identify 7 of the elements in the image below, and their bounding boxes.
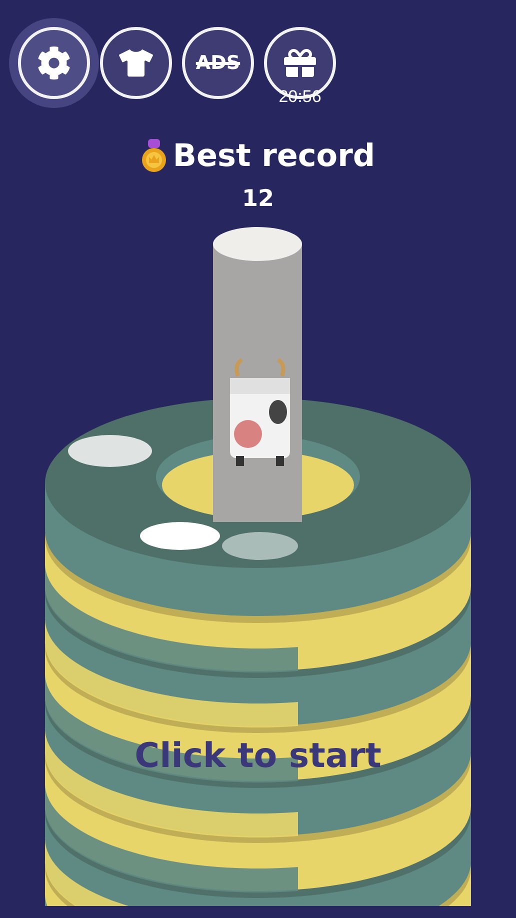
gift-icon: [284, 47, 316, 79]
best-record-title: Best record: [172, 138, 376, 174]
medal-icon: [140, 139, 167, 173]
no-ads-button[interactable]: ADS: [182, 27, 254, 99]
best-score: 12: [242, 186, 274, 212]
settings-icon: [37, 46, 71, 80]
settings-button[interactable]: [18, 27, 90, 99]
